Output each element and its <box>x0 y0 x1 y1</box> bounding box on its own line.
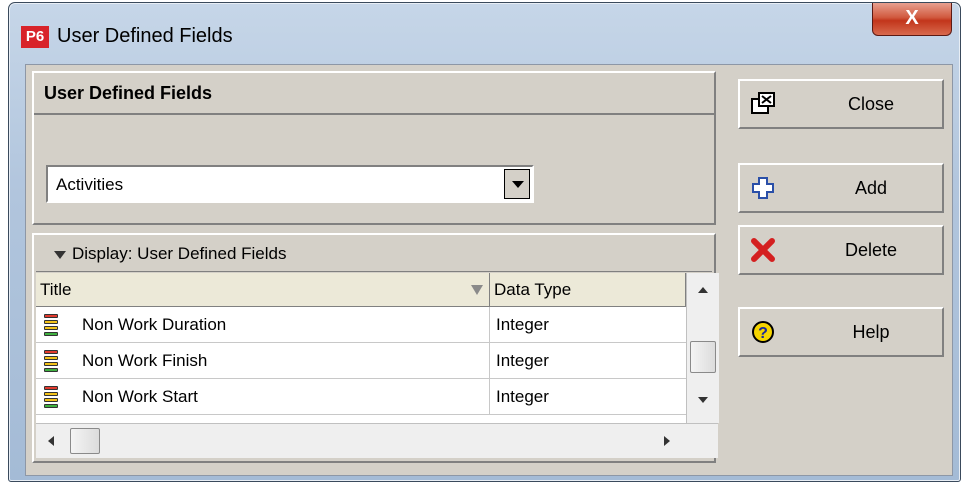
column-header-title[interactable]: Title <box>36 273 490 307</box>
horizontal-scrollbar[interactable] <box>36 423 718 458</box>
column-header-data-type[interactable]: Data Type <box>490 273 686 307</box>
scroll-down-arrow-icon[interactable] <box>698 397 708 403</box>
data-type-cell: Integer <box>496 315 549 334</box>
window-title: User Defined Fields <box>57 25 233 47</box>
p6-logo-icon: P6 <box>21 26 49 48</box>
close-button[interactable]: Close <box>738 79 944 129</box>
plus-icon <box>750 175 776 201</box>
add-button[interactable]: Add <box>738 163 944 213</box>
sort-indicator-icon <box>471 285 483 295</box>
window-close-button[interactable]: X <box>872 3 952 36</box>
table-row[interactable]: Non Work Start Integer <box>36 379 686 415</box>
horizontal-scroll-thumb[interactable] <box>70 428 100 454</box>
udf-icon <box>44 350 58 372</box>
help-button-label: Help <box>852 322 890 342</box>
svg-text:?: ? <box>758 325 768 342</box>
red-x-icon <box>750 237 776 263</box>
udf-panel: User Defined Fields Activities <box>32 71 716 225</box>
udf-table: Title Data Type Non Work Duration Intege… <box>36 273 686 423</box>
delete-button[interactable]: Delete <box>738 225 944 275</box>
data-type-cell: Integer <box>496 387 549 406</box>
help-button[interactable]: ? Help <box>738 307 944 357</box>
title-cell: Non Work Start <box>36 379 490 414</box>
close-button-label: Close <box>847 94 895 114</box>
scroll-right-arrow-icon[interactable] <box>664 436 670 446</box>
dialog-client: User Defined Fields Activities Display: … <box>25 64 953 476</box>
delete-button-label: Delete <box>844 240 898 260</box>
udf-icon <box>44 314 58 336</box>
add-button-label: Add <box>854 178 888 198</box>
display-label: Display: User Defined Fields <box>72 244 287 263</box>
display-options-bar[interactable]: Display: User Defined Fields <box>36 237 712 272</box>
subject-area-dropdown[interactable]: Activities <box>46 165 534 203</box>
display-panel: Display: User Defined Fields Title Data … <box>32 233 719 463</box>
question-icon: ? <box>750 319 776 345</box>
close-window-icon <box>750 91 776 117</box>
dialog-window: P6 User Defined Fields X User Defined Fi… <box>8 2 961 482</box>
subject-area-value: Activities <box>56 175 124 194</box>
scroll-left-arrow-icon[interactable] <box>48 436 54 446</box>
udf-icon <box>44 386 58 408</box>
scroll-up-arrow-icon[interactable] <box>698 287 708 293</box>
vertical-scrollbar[interactable] <box>686 273 719 423</box>
data-type-cell: Integer <box>496 351 549 370</box>
dropdown-arrow-icon[interactable] <box>504 169 530 199</box>
vertical-scroll-thumb[interactable] <box>690 341 716 373</box>
title-cell: Non Work Finish <box>36 343 490 378</box>
table-row[interactable]: Non Work Finish Integer <box>36 343 686 379</box>
title-cell: Non Work Duration <box>36 307 490 342</box>
panel-title: User Defined Fields <box>34 73 714 115</box>
table-row[interactable]: Non Work Duration Integer <box>36 307 686 343</box>
display-options-triangle-icon[interactable] <box>54 250 66 259</box>
title-bar[interactable]: P6 User Defined Fields X <box>9 3 960 63</box>
